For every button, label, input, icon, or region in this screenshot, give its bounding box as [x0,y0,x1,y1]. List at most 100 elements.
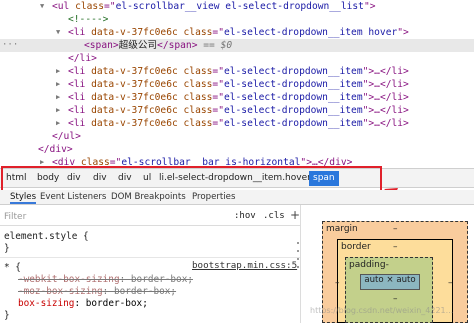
tree-line-li-hover[interactable]: ▼ <li data-v-37fc0e6c class="el-select-d… [0,26,474,39]
attribute-name: class [183,92,213,103]
tag-name: <li [68,105,86,116]
expand-triangle-icon[interactable]: ▶ [56,104,60,117]
attribute-name: data-v-37fc0e6c [91,79,178,90]
tree-line-li[interactable]: ▶ <li data-v-37fc0e6c class="el-select-d… [0,65,474,78]
attribute-name: data-v-37fc0e6c [91,118,178,129]
tag-name: </ul [52,131,76,142]
tree-line-li[interactable]: ▶ <li data-v-37fc0e6c class="el-select-d… [0,104,474,117]
console-ref: == $0 [197,40,233,51]
declaration-webkit-box-sizing[interactable]: -webkit-box-sizing: border-box; [18,274,193,286]
border-value[interactable]: – [393,242,398,252]
tab-event-listeners[interactable]: Event Listeners [40,191,106,204]
attribute-name: data-v-37fc0e6c [91,105,178,116]
html-comment: <!----> [68,14,109,25]
expand-triangle-icon[interactable]: ▶ [56,78,60,91]
attribute-name: data-v-37fc0e6c [91,66,178,77]
tag-name: <li [68,118,86,129]
tree-line-div-scrollbar[interactable]: ▶ <div class="el-scrollbar__bar is-horiz… [0,156,474,168]
tree-line-ul-close[interactable]: </ul> [0,130,474,143]
scroll-marker [297,258,299,260]
tag-close: > [91,53,97,64]
tree-line-li[interactable]: ▶ <li data-v-37fc0e6c class="el-select-d… [0,78,474,91]
tab-properties[interactable]: Properties [192,191,235,204]
tree-node-code: <li data-v-37fc0e6c class="el-select-dro… [68,104,409,117]
tag-close: >…</li> [368,66,409,77]
tag-close: >…</li> [368,118,409,129]
stylesheet-source-link[interactable]: bootstrap.min.css:5 [192,260,297,272]
universal-close: } [4,310,10,321]
margin-label: margin [326,224,358,234]
tree-node-code: </ul> [52,130,81,143]
expand-triangle-icon[interactable]: ▶ [56,117,60,130]
tree-node-code: <li data-v-37fc0e6c class="el-select-dro… [68,26,409,39]
hover-state-toggle[interactable]: :hov [234,211,256,221]
tree-line-li[interactable]: ▶ <li data-v-37fc0e6c class="el-select-d… [0,91,474,104]
property-name: -webkit-box-sizing [18,274,120,285]
padding-label: padding- [349,260,389,270]
declaration-box-sizing[interactable]: box-sizing: border-box; [18,298,148,310]
class-toggle[interactable]: .cls [263,211,285,221]
attribute-name: class [183,105,213,116]
tag-name: <li [68,66,86,77]
tree-node-code: </div> [38,143,73,156]
declaration-moz-box-sizing[interactable]: -moz-box-sizing: border-box; [18,286,176,298]
tree-node-code: <span>超级公司</span> == $0 [84,39,232,52]
tree-line-div-close[interactable]: </div> [0,143,474,156]
attribute-value: el-select-dropdown__item [223,105,363,116]
more-options-icon[interactable]: ··· [2,39,18,52]
new-style-rule-button[interactable]: + [290,208,300,222]
element-style-selector[interactable]: element.style { [4,231,89,243]
styles-tab-bar: Styles Event Listeners DOM Breakpoints P… [0,190,300,205]
breadcrumb-item-ul[interactable]: ul [142,171,152,186]
margin-right-value[interactable]: – [448,278,453,288]
property-name: box-sizing [18,298,75,309]
tree-node-code: <div class="el-scrollbar__bar is-horizon… [52,156,352,168]
closing-tag: </span> [157,40,198,51]
expand-triangle-icon[interactable]: ▶ [40,156,44,168]
breadcrumb-item-div[interactable]: div [117,171,133,186]
property-value: border-box; [113,286,177,297]
padding-bottom-value[interactable]: – [393,294,398,304]
tree-line-li[interactable]: ▶ <li data-v-37fc0e6c class="el-select-d… [0,117,474,130]
attribute-name: class [183,118,213,129]
collapse-triangle-icon[interactable]: ▼ [40,0,44,13]
attribute-name: class [183,79,213,90]
collapse-triangle-icon[interactable]: ▼ [56,26,60,39]
margin-left-value[interactable]: – [335,278,340,288]
attribute-value: el-select-dropdown__item [223,66,363,77]
breadcrumb-item-div[interactable]: div [66,171,82,186]
attribute-name: class [75,1,104,12]
expand-triangle-icon[interactable]: ▶ [56,91,60,104]
attribute-value: el-select-dropdown__item hover [223,27,398,38]
tag-close: > [403,27,409,38]
styles-filter-input[interactable] [4,211,204,223]
breadcrumb-item-html[interactable]: html [5,171,28,186]
tag-close: > [75,131,81,142]
tab-styles[interactable]: Styles [10,191,37,204]
tree-line-ul[interactable]: ▼ <ul class="el-scrollbar__view el-selec… [0,0,474,13]
tab-dom-breakpoints[interactable]: DOM Breakpoints [111,191,186,204]
margin-value[interactable]: – [393,224,398,234]
content-size[interactable]: auto × auto [360,275,420,285]
styles-filter-row: :hov .cls + [0,208,300,226]
breadcrumb-item-div[interactable]: div [92,171,108,186]
tag-name: <li [68,92,86,103]
watermark-text: https://blog.csdn.net/weixin_4221... [310,306,454,315]
breadcrumb-item-body[interactable]: body [36,171,60,186]
attribute-name: data-v-37fc0e6c [91,92,178,103]
tree-line-li-close[interactable]: </li> [0,52,474,65]
tag-name: </li [68,53,92,64]
attribute-punct: =" [109,157,122,168]
tree-node-code: <li data-v-37fc0e6c class="el-select-dro… [68,91,409,104]
breadcrumb-item-span-active[interactable]: span [309,171,339,186]
breadcrumb-item-li[interactable]: li.el-select-dropdown__item.hover [158,171,312,186]
tag-name: <span [84,40,113,51]
tree-line-span-selected[interactable]: ··· <span>超级公司</span> == $0 [0,39,474,52]
attribute-value: el-scrollbar__bar is-horizontal [121,157,301,168]
expand-triangle-icon[interactable]: ▶ [56,65,60,78]
tag-close: >…</li> [368,105,409,116]
attribute-value: el-select-dropdown__item [223,92,363,103]
tree-line-comment[interactable]: <!----> [0,13,474,26]
tag-name: <li [68,27,86,38]
universal-selector[interactable]: * { [4,262,21,274]
